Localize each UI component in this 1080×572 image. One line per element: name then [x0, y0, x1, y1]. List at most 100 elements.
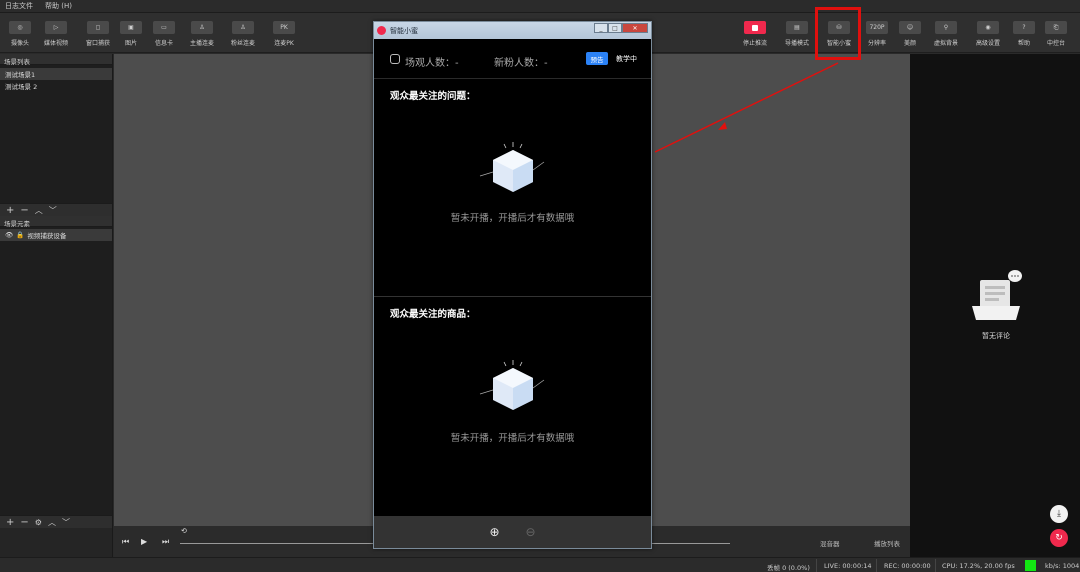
status-bar: 丢帧 0 (0.0%) LIVE: 00:00:14 REC: 00:00:00…: [0, 557, 1080, 572]
no-comment-text: 暂无评论: [982, 332, 1010, 340]
advanced-settings-label: 高级设置: [975, 40, 1000, 47]
live-indicator: [1025, 560, 1036, 571]
resolution-label: 分辨率: [867, 40, 886, 47]
camera-button[interactable]: ◎ 摄像头: [2, 21, 38, 47]
scene-controls: + − ︿ ﹀: [0, 203, 112, 216]
highlight-box: [815, 7, 861, 60]
section-divider: [374, 296, 651, 297]
beauty-button[interactable]: ☺ 美颜: [892, 21, 928, 47]
scene-list-header: 场景列表: [0, 54, 112, 66]
minimize-icon[interactable]: _: [594, 23, 608, 33]
empty-cube-icon: [479, 142, 545, 192]
source-controls: + − ⚙ ︿ ﹀: [0, 515, 112, 528]
mixer-button[interactable]: 混音器: [820, 538, 840, 548]
comments-panel: 暂无评论 ⤓ ↻: [910, 54, 1080, 557]
pk-label: 连麦PK: [274, 40, 294, 47]
dialog-titlebar[interactable]: 智能小蜜 _ □ ✕: [374, 22, 651, 39]
play-icon[interactable]: ▶: [141, 537, 147, 546]
previous-icon[interactable]: ⏮: [122, 537, 129, 547]
add-icon[interactable]: +: [6, 517, 14, 528]
anchor-link-button[interactable]: ♙ 主播连麦: [184, 21, 220, 47]
console-button[interactable]: ⎗ 中控台: [1038, 21, 1074, 47]
source-label: 视频捕获设备: [27, 232, 67, 240]
menu-log-file[interactable]: 日志文件: [5, 1, 33, 11]
scene-item[interactable]: 测试场景 2: [0, 80, 112, 92]
rec-time: REC: 00:00:00: [884, 562, 931, 570]
move-up-icon[interactable]: ︿: [48, 517, 56, 528]
pk-button[interactable]: PK 连麦PK: [266, 21, 302, 47]
questions-title: 观众最关注的问题：: [390, 91, 476, 102]
resolution-button[interactable]: 720P 分辨率: [859, 21, 895, 47]
download-icon[interactable]: ⤓: [1050, 505, 1068, 523]
preview-badge[interactable]: 预告: [586, 52, 608, 65]
stop-stream-label: 停止推流: [742, 40, 767, 47]
virtual-bg-label: 虚拟背景: [933, 40, 958, 47]
remove-icon[interactable]: −: [20, 205, 28, 216]
next-icon[interactable]: ⏭: [162, 537, 169, 547]
move-down-icon[interactable]: ﹀: [49, 205, 57, 216]
zoom-in-icon[interactable]: ⊕: [489, 525, 499, 539]
dialog-title: 智能小蜜: [390, 26, 418, 35]
help-label: 帮助: [1017, 40, 1030, 47]
viewer-count: 场观人数：-: [405, 58, 459, 69]
eye-icon[interactable]: 👁: [5, 231, 13, 239]
window-capture-label: 窗口捕获: [85, 40, 110, 47]
zoom-out-icon[interactable]: ⊖: [526, 525, 536, 539]
media-video-label: 媒体视频: [43, 40, 68, 47]
refresh-icon[interactable]: ↻: [1050, 529, 1068, 547]
director-mode-label: 导播模式: [784, 40, 809, 47]
cpu-usage: CPU: 17.2%, 20.00 fps: [942, 562, 1015, 570]
camera-label: 摄像头: [10, 40, 29, 47]
anchor-link-icon: ♙: [191, 21, 213, 34]
anchor-link-label: 主播连麦: [189, 40, 214, 47]
stop-stream-button[interactable]: 停止推流: [737, 21, 773, 47]
playlist-button[interactable]: 播放列表: [874, 538, 900, 548]
window-icon: ◻: [87, 21, 109, 34]
move-down-icon[interactable]: ﹀: [62, 517, 70, 528]
dialog-footer: ⊕ ⊖: [374, 516, 651, 548]
teaching-link[interactable]: 教学中: [616, 54, 637, 64]
console-icon: ⎗: [1045, 21, 1067, 34]
help-button[interactable]: ? 帮助: [1006, 21, 1042, 47]
move-up-icon[interactable]: ︿: [35, 205, 43, 216]
empty-cube-icon: [479, 360, 545, 410]
source-item[interactable]: 👁 🔒 视频捕获设备: [0, 229, 112, 241]
menu-help[interactable]: 帮助 (H): [45, 1, 72, 11]
products-title: 观众最关注的商品：: [390, 309, 476, 320]
scene-item[interactable]: 测试场景1: [0, 68, 112, 80]
image-icon: ▣: [120, 21, 142, 34]
advanced-settings-button[interactable]: ◉ 高级设置: [970, 21, 1006, 47]
info-card-label: 信息卡: [154, 40, 173, 47]
loop-icon[interactable]: ⟲: [181, 527, 187, 535]
fans-link-button[interactable]: ♙ 粉丝连麦: [225, 21, 261, 47]
resolution-icon: 720P: [866, 21, 888, 34]
window-capture-button[interactable]: ◻ 窗口捕获: [80, 21, 116, 47]
maximize-icon[interactable]: □: [608, 23, 622, 33]
products-empty-text: 暂未开播，开播后才有数据哦: [450, 433, 575, 444]
play-icon: ▷: [45, 21, 67, 34]
director-mode-button[interactable]: ▤ 导播模式: [779, 21, 815, 47]
remove-icon[interactable]: −: [20, 517, 28, 528]
no-comment-illustration-icon: [972, 270, 1022, 320]
image-button[interactable]: ▣ 图片: [113, 21, 149, 47]
virtual-bg-button[interactable]: ⚲ 虚拟背景: [928, 21, 964, 47]
help-icon: ?: [1013, 21, 1035, 34]
stats-icon: [390, 54, 400, 64]
status-divider: [816, 559, 817, 572]
live-time: LIVE: 00:00:14: [824, 562, 872, 570]
add-icon[interactable]: +: [6, 205, 14, 216]
gear-icon[interactable]: ⚙: [35, 518, 42, 527]
app-logo-icon: [377, 26, 386, 35]
close-icon[interactable]: ✕: [622, 23, 648, 33]
settings-icon: ◉: [977, 21, 999, 34]
info-card-button[interactable]: ▭ 信息卡: [146, 21, 182, 47]
camera-icon: ◎: [9, 21, 31, 34]
bitrate: kb/s: 1004: [1045, 562, 1080, 570]
console-label: 中控台: [1046, 40, 1065, 47]
scene-list: 测试场景1 测试场景 2: [0, 65, 112, 203]
virtual-bg-icon: ⚲: [935, 21, 957, 34]
director-icon: ▤: [786, 21, 808, 34]
new-fans-count: 新粉人数：-: [494, 58, 548, 69]
lock-icon[interactable]: 🔒: [16, 231, 24, 239]
media-video-button[interactable]: ▷ 媒体视频: [38, 21, 74, 47]
